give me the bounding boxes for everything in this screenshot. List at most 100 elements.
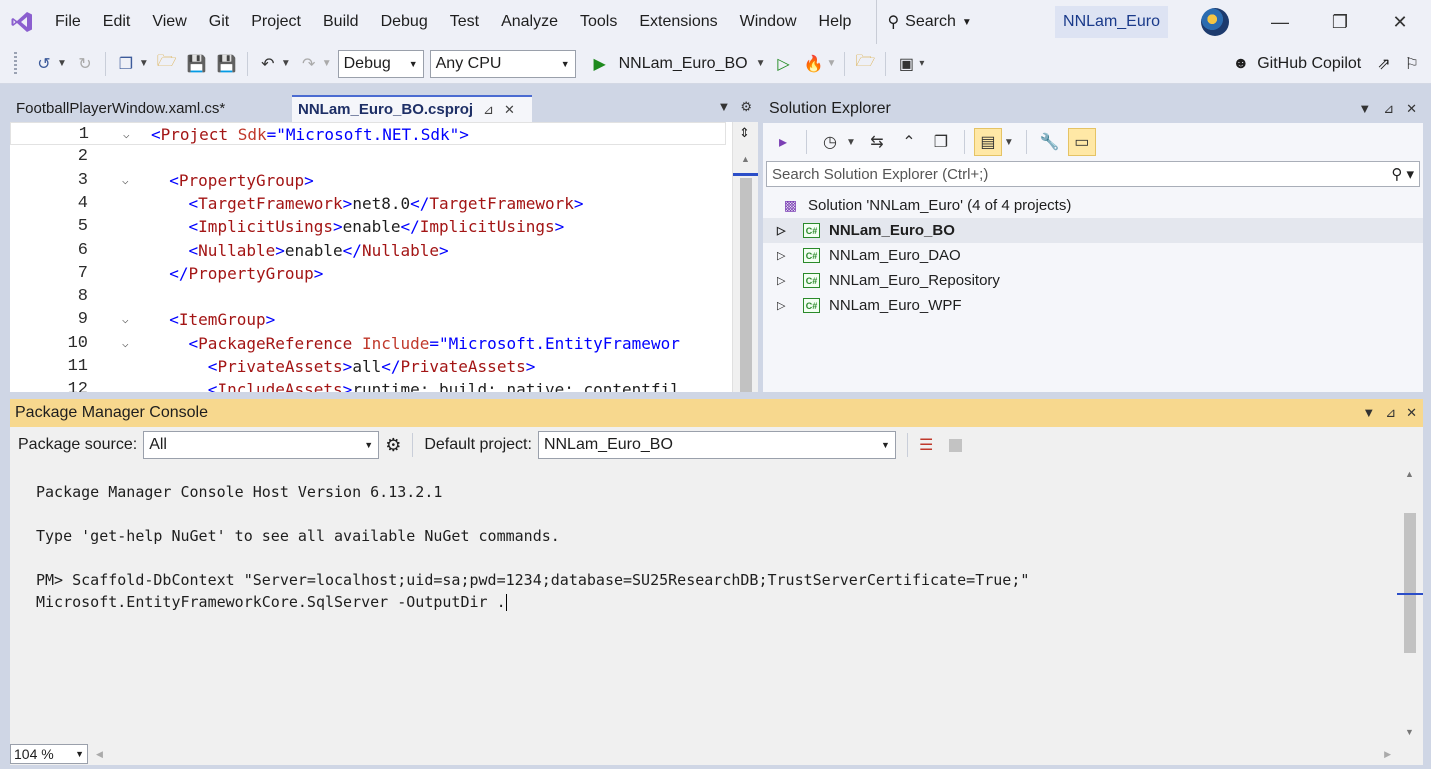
- save-icon[interactable]: 💾: [184, 51, 210, 77]
- show-all-files-icon[interactable]: ❐: [927, 128, 955, 156]
- hot-reload-icon[interactable]: 🔥: [800, 51, 826, 77]
- sync-with-active-document-icon[interactable]: ⇆: [863, 128, 891, 156]
- platform-combo[interactable]: Any CPU ▼: [429, 49, 576, 78]
- clear-console-icon[interactable]: ☰: [919, 435, 933, 455]
- code-line[interactable]: 9 ⌵ <ItemGroup>: [10, 308, 726, 331]
- chevron-down-icon[interactable]: ▼: [1004, 137, 1014, 148]
- menu-view[interactable]: View: [141, 0, 197, 44]
- menu-file[interactable]: File: [44, 0, 92, 44]
- chevron-down-icon[interactable]: ▼: [281, 58, 291, 69]
- close-window-button[interactable]: ✕: [1371, 0, 1429, 44]
- chevron-down-icon[interactable]: ▼: [756, 58, 766, 69]
- expand-arrow-icon[interactable]: ▷: [777, 299, 789, 312]
- toolbar-overflow-icon[interactable]: ▾: [919, 58, 924, 69]
- feedback-icon[interactable]: ⚐: [1405, 54, 1419, 74]
- menu-help[interactable]: Help: [808, 0, 863, 44]
- gear-icon[interactable]: ⚙: [740, 99, 752, 115]
- scrollbar-thumb[interactable]: [1404, 513, 1416, 653]
- close-icon[interactable]: ✕: [1406, 405, 1417, 421]
- chevron-down-icon[interactable]: ▼: [826, 58, 836, 69]
- solution-explorer-search-input[interactable]: Search Solution Explorer (Ctrl+;) ⚲ ▾: [766, 161, 1420, 187]
- preview-selected-items-icon[interactable]: ▭: [1067, 128, 1096, 156]
- code-line[interactable]: 5 <ImplicitUsings>enable</ImplicitUsings…: [10, 215, 726, 238]
- code-line[interactable]: 8: [10, 285, 726, 308]
- package-source-combo[interactable]: All ▼: [143, 431, 380, 459]
- zoom-level-combo[interactable]: 104 % ▼: [10, 744, 88, 764]
- code-line[interactable]: 10 ⌵ <PackageReference Include="Microsoft…: [10, 332, 726, 355]
- menu-edit[interactable]: Edit: [92, 0, 142, 44]
- start-debugging-icon[interactable]: ▶: [587, 51, 613, 77]
- code-line[interactable]: 6 <Nullable>enable</Nullable>: [10, 239, 726, 262]
- scroll-up-icon[interactable]: ▲: [741, 154, 750, 164]
- editor-vertical-scrollbar[interactable]: ⇕ ▲: [732, 122, 758, 392]
- find-in-files-icon[interactable]: 🗁: [852, 51, 878, 77]
- stop-command-icon[interactable]: [949, 438, 963, 452]
- scroll-left-icon[interactable]: ◀: [96, 749, 103, 760]
- menu-test[interactable]: Test: [439, 0, 490, 44]
- visual-studio-logo-icon[interactable]: [0, 0, 44, 44]
- pin-icon[interactable]: ⊿: [1385, 405, 1396, 421]
- menu-debug[interactable]: Debug: [370, 0, 439, 44]
- tab-list-dropdown-icon[interactable]: ▼: [717, 99, 730, 115]
- project-node[interactable]: ▷ C# NNLam_Euro_DAO: [763, 243, 1423, 268]
- collapse-all-icon[interactable]: ⌃: [895, 128, 923, 156]
- minimize-button[interactable]: —: [1251, 0, 1309, 44]
- split-window-icon[interactable]: ⇕: [739, 125, 750, 141]
- tab-footballplayerwindow-xaml-cs[interactable]: FootballPlayerWindow.xaml.cs*: [10, 95, 292, 122]
- avatar[interactable]: [1201, 8, 1229, 36]
- menu-analyze[interactable]: Analyze: [490, 0, 569, 44]
- menu-project[interactable]: Project: [240, 0, 312, 44]
- chevron-down-icon[interactable]: ▼: [322, 58, 332, 69]
- menu-extensions[interactable]: Extensions: [628, 0, 728, 44]
- start-without-debugging-icon[interactable]: ▷: [770, 51, 796, 77]
- startup-project-button[interactable]: NNLam_Euro_BO: [619, 55, 748, 73]
- solution-name-badge[interactable]: NNLam_Euro: [1055, 6, 1168, 38]
- open-folder-icon[interactable]: 🗁: [154, 51, 180, 77]
- expand-arrow-icon[interactable]: ▷: [777, 224, 789, 237]
- scrollbar-thumb[interactable]: [740, 178, 752, 392]
- console-vertical-scrollbar[interactable]: ▲ ▼: [1397, 463, 1423, 743]
- chevron-down-icon[interactable]: ▼: [57, 58, 67, 69]
- github-copilot-button[interactable]: ☻ GitHub Copilot ⇗ ⚐: [1232, 44, 1431, 84]
- navigate-forward-icon[interactable]: ↻: [72, 51, 98, 77]
- menu-git[interactable]: Git: [198, 0, 240, 44]
- code-line[interactable]: 11 <PrivateAssets>all</PrivateAssets>: [10, 355, 726, 378]
- configuration-combo[interactable]: Debug ▼: [337, 49, 424, 78]
- undo-icon[interactable]: ↶: [255, 51, 281, 77]
- code-line[interactable]: 7 </PropertyGroup>: [10, 262, 726, 285]
- restore-button[interactable]: ❐: [1311, 0, 1369, 44]
- search-button[interactable]: ⚲ Search ▼: [876, 0, 981, 44]
- code-line[interactable]: 1 ⌵ <Project Sdk="Microsoft.NET.Sdk">: [10, 122, 726, 145]
- project-node[interactable]: ▷ C# NNLam_Euro_WPF: [763, 293, 1423, 318]
- window-layout-icon[interactable]: ▣: [893, 51, 919, 77]
- menu-tools[interactable]: Tools: [569, 0, 628, 44]
- close-icon[interactable]: ✕: [1406, 101, 1417, 117]
- scroll-right-icon[interactable]: ▶: [1384, 749, 1391, 760]
- save-all-icon[interactable]: 💾: [214, 51, 240, 77]
- tab-nnlam-euro-bo-csproj[interactable]: NNLam_Euro_BO.csproj ⊿ ✕: [292, 95, 532, 122]
- chevron-down-icon[interactable]: ▼: [139, 58, 149, 69]
- code-line[interactable]: 2: [10, 145, 726, 168]
- code-area[interactable]: 1 ⌵ <Project Sdk="Microsoft.NET.Sdk"> 2 3 ⌵ <…: [10, 122, 758, 392]
- switch-views-icon[interactable]: ▸: [769, 128, 797, 156]
- pin-icon[interactable]: ⊿: [1383, 101, 1394, 117]
- close-icon[interactable]: ✕: [504, 102, 515, 118]
- menu-window[interactable]: Window: [729, 0, 808, 44]
- chevron-down-icon[interactable]: ▼: [846, 137, 856, 148]
- properties-wrench-icon[interactable]: 🔧: [1036, 128, 1064, 156]
- pin-icon[interactable]: ⊿: [483, 102, 494, 118]
- pending-changes-filter-icon[interactable]: ◷: [816, 128, 844, 156]
- toolbar-grip[interactable]: [14, 51, 17, 76]
- fold-chevron-icon[interactable]: ⌵: [122, 332, 129, 355]
- navigate-back-icon[interactable]: ↺: [31, 51, 57, 77]
- expand-arrow-icon[interactable]: ▷: [777, 249, 789, 262]
- search-icon[interactable]: ⚲ ▾: [1391, 165, 1414, 183]
- project-node[interactable]: ▷ C# NNLam_Euro_BO: [763, 218, 1423, 243]
- filter-toggle-icon[interactable]: ▤: [973, 128, 1002, 156]
- redo-icon[interactable]: ↷: [296, 51, 322, 77]
- default-project-combo[interactable]: NNLam_Euro_BO ▼: [537, 431, 896, 459]
- code-line[interactable]: 3 ⌵ <PropertyGroup>: [10, 169, 726, 192]
- fold-chevron-icon[interactable]: ⌵: [122, 169, 129, 192]
- console-output[interactable]: Package Manager Console Host Version 6.1…: [10, 463, 1423, 743]
- new-project-icon[interactable]: ❐: [113, 51, 139, 77]
